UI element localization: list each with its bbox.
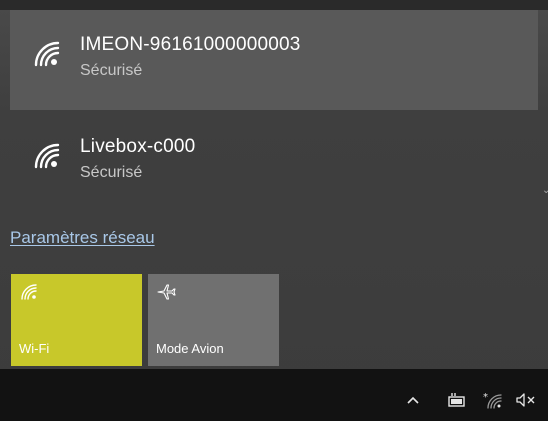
taskbar: * bbox=[0, 369, 548, 421]
network-item-livebox[interactable]: Livebox-c000 Sécurisé bbox=[10, 112, 538, 212]
chevron-up-icon[interactable] bbox=[406, 391, 420, 409]
volume-muted-icon[interactable] bbox=[514, 391, 540, 409]
wifi-icon[interactable]: * bbox=[482, 391, 506, 409]
svg-text:*: * bbox=[483, 392, 488, 403]
tile-label: Wi-Fi bbox=[19, 341, 50, 356]
airplane-icon bbox=[157, 284, 176, 300]
wifi-toggle-tile[interactable]: Wi-Fi bbox=[11, 274, 142, 366]
scrollbar-down-arrow[interactable]: ⌄ bbox=[542, 185, 548, 196]
flyout-top-strip bbox=[0, 0, 548, 10]
wifi-icon bbox=[34, 143, 60, 169]
network-name: IMEON-96161000000003 bbox=[80, 34, 301, 55]
wifi-icon bbox=[34, 41, 60, 67]
wifi-icon bbox=[21, 284, 37, 300]
network-status: Sécurisé bbox=[80, 164, 143, 181]
airplane-mode-tile[interactable]: Mode Avion bbox=[148, 274, 279, 366]
network-flyout: IMEON-96161000000003 Sécurisé Livebox-c0… bbox=[0, 0, 548, 421]
tile-label: Mode Avion bbox=[156, 341, 224, 356]
battery-icon[interactable] bbox=[446, 391, 468, 409]
network-settings-link[interactable]: Paramètres réseau bbox=[10, 228, 155, 248]
network-status: Sécurisé bbox=[80, 62, 143, 79]
network-name: Livebox-c000 bbox=[80, 136, 196, 157]
network-item-imeon[interactable]: IMEON-96161000000003 Sécurisé bbox=[10, 10, 538, 110]
